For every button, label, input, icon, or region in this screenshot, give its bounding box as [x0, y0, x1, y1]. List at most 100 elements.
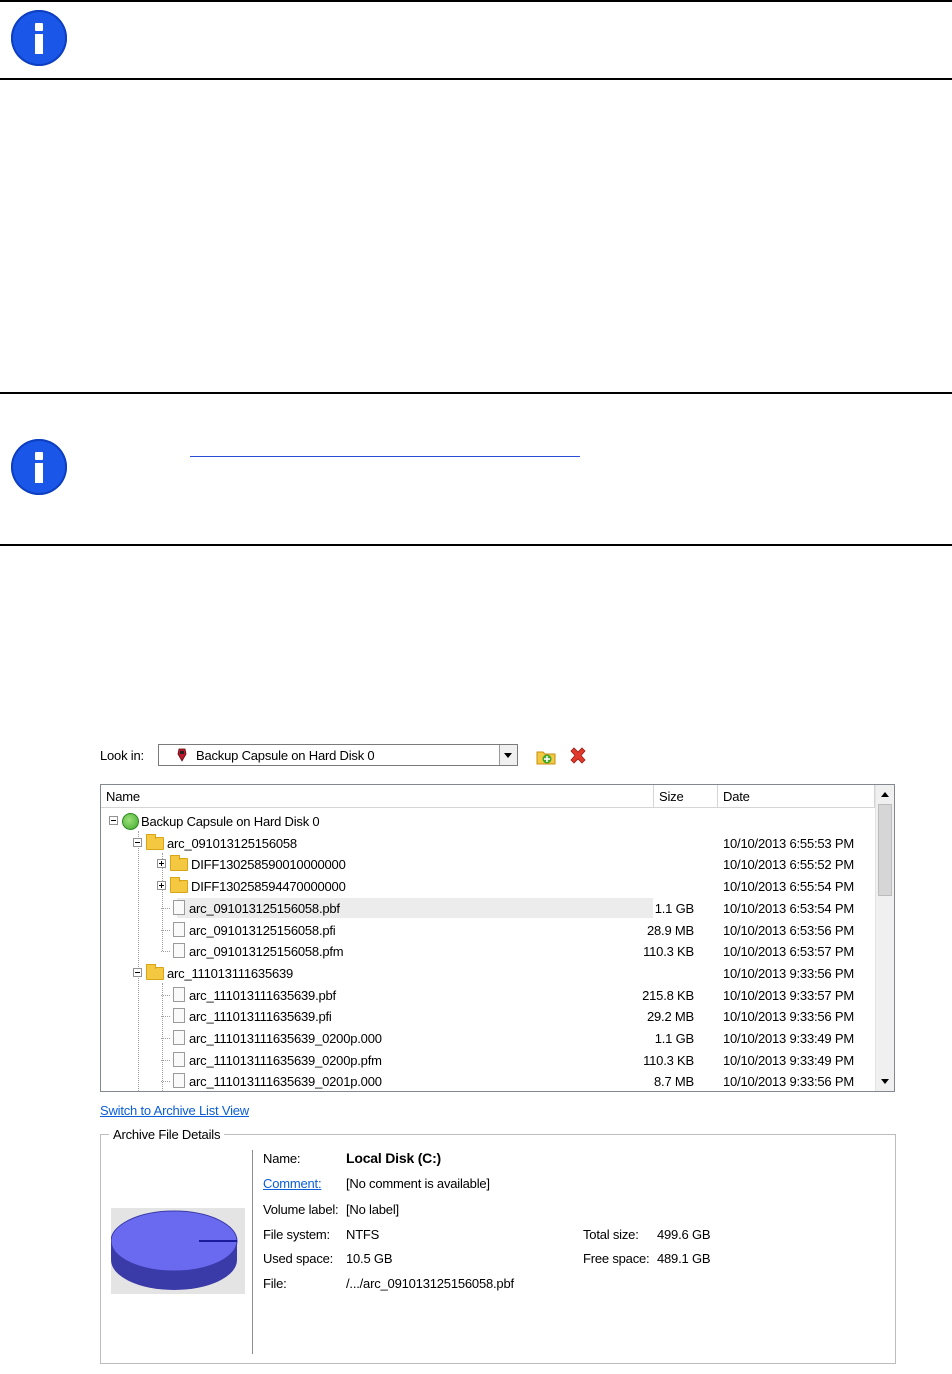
tree-line [161, 907, 170, 909]
total-size-label: Total size: [583, 1227, 639, 1242]
tree-line [161, 1059, 170, 1061]
tree-line [161, 929, 170, 931]
tree-row[interactable]: arc_111013111635639.pfi 29.2 MB 10/10/2013… [101, 1005, 876, 1027]
tree-row-size: 29.2 MB [646, 1009, 694, 1025]
tree-row-name: arc_091013125156058.pfi [189, 922, 336, 938]
chevron-down-icon[interactable] [499, 745, 517, 765]
tree-row[interactable]: arc_111013111635639.pbf 215.8 KB 10/10/201… [101, 984, 876, 1006]
delete-icon[interactable] [568, 746, 588, 766]
tree-row-name: DIFF130258594470000000 [191, 879, 346, 895]
tree-row[interactable]: Backup Capsule on Hard Disk 0 [101, 810, 876, 832]
tree-row[interactable]: arc_111013111635639 10/10/2013 9:33:56 PM [101, 962, 876, 984]
comment-value: [No comment is available] [346, 1176, 490, 1191]
name-value: Local Disk (C:) [346, 1150, 442, 1166]
file-system-value: NTFS [346, 1227, 380, 1242]
tree-row-date: 10/10/2013 9:33:49 PM [723, 1052, 854, 1068]
free-space-value: 489.1 GB [657, 1251, 711, 1266]
tree-row-size: 110.3 KB [643, 944, 694, 960]
collapse-icon[interactable] [133, 837, 142, 847]
tree-row-date: 10/10/2013 9:33:49 PM [723, 1031, 854, 1046]
tree-row-size: 215.8 KB [642, 987, 694, 1003]
column-header-date[interactable]: Date [718, 785, 875, 808]
info-icon [11, 439, 67, 495]
file-icon [173, 943, 185, 959]
tree-row-date: 10/10/2013 6:53:57 PM [723, 944, 854, 960]
tree-row-name: arc_091013125156058.pfm [189, 944, 344, 960]
tree-row-name: arc_111013111635639_0200p.000 [189, 1031, 382, 1046]
tree-line [161, 994, 170, 996]
new-folder-icon[interactable] [536, 746, 556, 766]
archive-tree-grid[interactable]: Name Size Date Backup Capsule on Hard Di… [100, 784, 895, 1092]
total-size-value: 499.6 GB [657, 1227, 711, 1242]
folder-icon [170, 877, 188, 894]
file-icon [173, 921, 185, 937]
file-label: File: [263, 1276, 287, 1291]
folder-icon [170, 855, 188, 872]
tree-row[interactable]: DIFF130258590010000000 10/10/2013 6:55:52… [101, 853, 876, 875]
tree-row[interactable]: arc_111013111635639_0200p.pfm 110.3 KB 10/… [101, 1049, 876, 1071]
note-rule [0, 392, 952, 394]
tree-line [161, 1081, 170, 1083]
look-in-combobox[interactable]: Backup Capsule on Hard Disk 0 [158, 744, 518, 766]
tree-row[interactable]: arc_111013111635639_0200p.000 1.1 GB 10/10… [101, 1027, 876, 1049]
expand-icon[interactable] [157, 881, 166, 891]
tree-row-name: Backup Capsule on Hard Disk 0 [141, 814, 320, 829]
switch-to-list-view-link[interactable]: Switch to Archive List View [100, 1103, 249, 1118]
tree-row-name: arc_111013111635639_0200p.pfm [189, 1052, 382, 1068]
tree-row-name: arc_111013111635639.pbf [189, 987, 336, 1003]
column-header-name[interactable]: Name [101, 785, 654, 808]
tree-row-name: arc_111013111635639_0201p.000 [189, 1074, 382, 1090]
used-space-label: Used space: [263, 1251, 334, 1266]
disk-pie-icon [111, 1208, 245, 1294]
note-rule [0, 78, 952, 80]
archive-details-title: Archive File Details [109, 1127, 225, 1142]
file-system-label: File system: [263, 1227, 330, 1242]
folder-icon [146, 833, 164, 850]
tree-row[interactable]: DIFF130258594470000000 10/10/2013 6:55:54… [101, 875, 876, 897]
tree-row[interactable]: arc_111013111635639_0201p.000 8.7 MB 10/10… [101, 1070, 876, 1091]
file-icon [173, 1008, 185, 1024]
file-value: /.../arc_091013125156058.pbf [346, 1276, 514, 1291]
file-icon [173, 1051, 185, 1067]
file-icon [173, 1073, 185, 1089]
scroll-down-icon[interactable] [877, 1073, 894, 1090]
tree-row-date: 10/10/2013 6:55:53 PM [723, 835, 854, 851]
tree-row-size: 28.9 MB [646, 922, 694, 938]
tree-row-date: 10/10/2013 6:53:54 PM [723, 900, 854, 916]
tree-row[interactable]: arc_091013125156058.pfi 28.9 MB 10/10/2013… [101, 919, 876, 941]
volume-label-value: [No label] [346, 1202, 399, 1217]
backup-capsule-icon [177, 748, 187, 762]
file-icon [173, 1030, 185, 1045]
tree-row-date: 10/10/2013 6:55:54 PM [723, 879, 854, 895]
column-header-size[interactable]: Size [654, 785, 718, 808]
tree-line [161, 1038, 170, 1039]
collapse-icon[interactable] [109, 816, 118, 825]
comment-link[interactable]: Comment: [263, 1176, 322, 1191]
tree-row-name: arc_111013111635639.pfi [189, 1009, 332, 1025]
tree-row-date: 10/10/2013 9:33:56 PM [723, 1009, 854, 1025]
tree-row-name: arc_111013111635639 [167, 965, 294, 981]
backup-disk-icon [122, 813, 139, 830]
tree-line [161, 951, 170, 953]
vertical-scrollbar[interactable] [875, 785, 894, 1091]
tree-row-name: DIFF130258590010000000 [191, 857, 346, 873]
hyperlink-underline[interactable] [190, 456, 580, 457]
file-icon [173, 899, 185, 915]
tree-row-date: 10/10/2013 9:33:57 PM [723, 987, 854, 1003]
scroll-thumb[interactable] [878, 804, 892, 896]
tree-row[interactable]: arc_091013125156058.pfm 110.3 KB 10/10/201… [101, 940, 876, 962]
tree-row[interactable]: arc_091013125156058 10/10/2013 6:55:53 PM [101, 832, 876, 854]
expand-icon[interactable] [157, 859, 166, 869]
scroll-up-icon[interactable] [877, 786, 894, 803]
folder-icon [146, 963, 164, 980]
info-icon [11, 10, 67, 66]
look-in-label: Look in: [100, 748, 144, 763]
tree-row-date: 10/10/2013 9:33:56 PM [723, 1074, 854, 1090]
details-separator [252, 1150, 253, 1354]
top-rule [0, 0, 952, 2]
collapse-icon[interactable] [133, 967, 142, 977]
file-icon [173, 986, 185, 1002]
tree-row-size: 110.3 KB [643, 1052, 694, 1068]
tree-row-date: 10/10/2013 6:55:52 PM [723, 857, 854, 873]
tree-row[interactable]: arc_091013125156058.pbf 1.1 GB 10/10/2013 … [101, 897, 876, 919]
